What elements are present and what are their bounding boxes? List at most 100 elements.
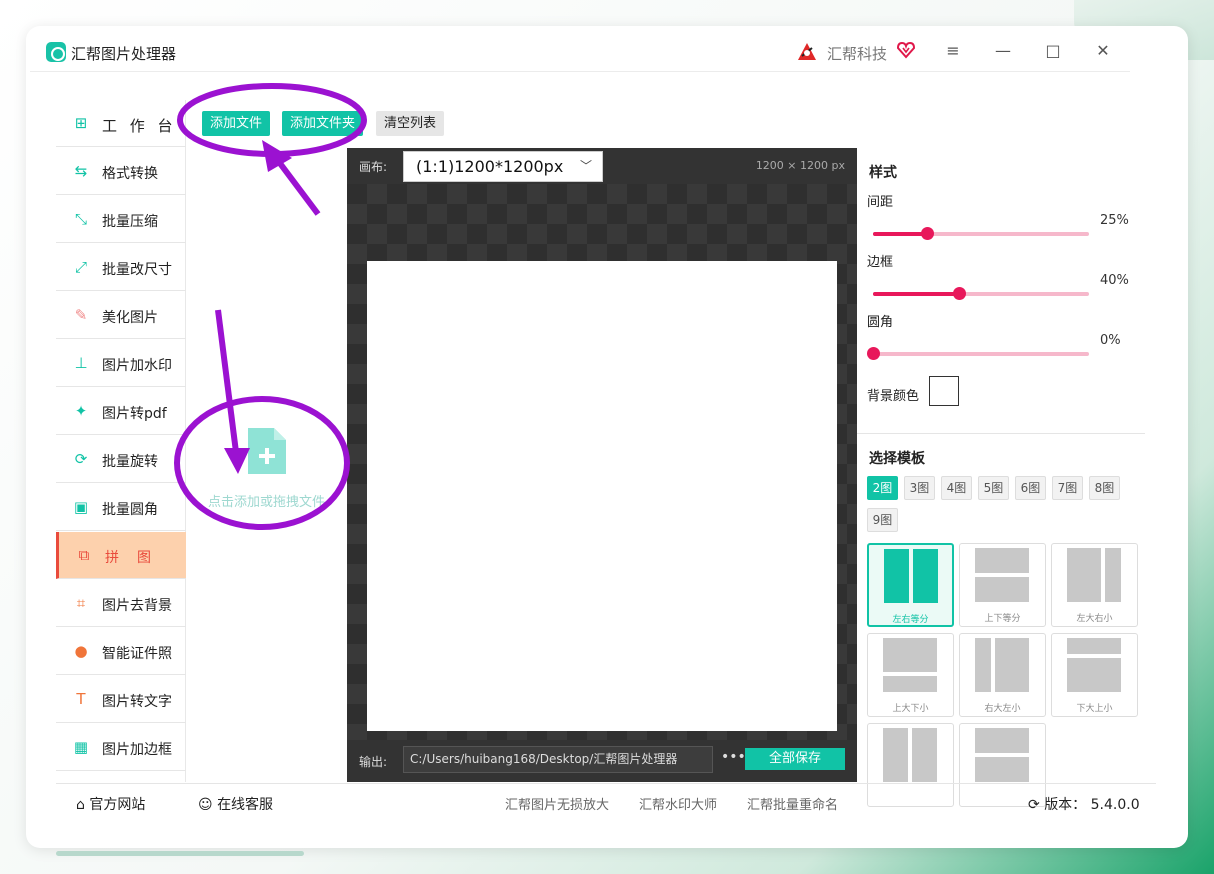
bg-color-swatch[interactable] <box>929 376 959 406</box>
template-count-button[interactable]: 2图 <box>867 476 898 500</box>
template-thumbnail <box>883 638 937 692</box>
vip-heart-icon[interactable] <box>896 40 916 60</box>
template-count-button[interactable]: 7图 <box>1052 476 1083 500</box>
sidebar-item[interactable]: T 图片转文字 <box>56 676 186 723</box>
footer-link-rename[interactable]: 汇帮批量重命名 <box>747 794 838 813</box>
divider <box>857 433 1145 434</box>
chevron-down-icon: ﹀ <box>579 159 592 173</box>
canvas-dimensions: 1200 × 1200 px <box>755 159 845 172</box>
template-count-button[interactable]: 5图 <box>978 476 1009 500</box>
add-file-icon[interactable] <box>248 428 286 474</box>
template-count-button[interactable]: 6图 <box>1015 476 1046 500</box>
corner-value: 0% <box>1100 333 1121 348</box>
sidebar: ⊞ 工 作 台 ⇆ 格式转换 ⤡ 批量压缩 ⤢ 批量改尺寸 ✎ 美化图片 ⊥ 图片加水印 ✦ 图片转pdf… <box>56 100 186 782</box>
rotate-icon: ⟳ <box>74 450 88 468</box>
template-card[interactable]: 左右等分 <box>867 543 954 627</box>
border-label: 边框 <box>867 255 894 270</box>
drop-hint[interactable]: 点击添加或拖拽文件 <box>208 491 325 510</box>
template-label: 上下等分 <box>984 614 1021 624</box>
menu-icon[interactable]: ≡ <box>935 36 971 66</box>
spacing-slider[interactable] <box>873 227 1089 240</box>
footer: ⌂ 官方网站 ☺ 在线客服 汇帮图片无损放大 汇帮水印大师 汇帮批量重命名 ⟳ … <box>56 783 1156 819</box>
sidebar-item[interactable]: ▦ 图片加边框 <box>56 724 186 771</box>
template-thumbnail <box>975 548 1029 602</box>
canvas-size-select[interactable]: (1:1)1200*1200px ﹀ <box>403 151 603 182</box>
sidebar-item-label: 批量圆角 <box>102 502 158 518</box>
service-label: 在线客服 <box>217 797 274 813</box>
sidebar-item-label: 图片加边框 <box>102 742 172 758</box>
sidebar-item-label: 图片去背景 <box>102 598 172 614</box>
sidebar-item-label: 批量压缩 <box>102 214 158 230</box>
close-icon[interactable]: ✕ <box>1085 36 1121 66</box>
title-bar: 汇帮图片处理器 汇帮科技 ≡ — □ ✕ <box>30 30 1130 72</box>
template-thumbnail <box>883 728 937 782</box>
template-card[interactable]: 下大上小 <box>1051 633 1138 717</box>
sidebar-item[interactable]: ⤡ 批量压缩 <box>56 196 186 243</box>
sidebar-item[interactable]: ✦ 图片转pdf <box>56 388 186 435</box>
refresh-icon[interactable]: ⟳ <box>1028 797 1040 813</box>
border-slider[interactable] <box>873 287 1089 300</box>
more-options-icon[interactable]: ••• <box>721 749 746 765</box>
text-icon: T <box>76 690 86 708</box>
headset-icon: ☺ <box>198 797 213 813</box>
output-path-field[interactable]: C:/Users/huibang168/Desktop/汇帮图片处理器 <box>403 746 713 773</box>
service-link[interactable]: ☺ 在线客服 <box>198 794 273 814</box>
template-label: 右大左小 <box>984 704 1021 714</box>
collage-canvas[interactable] <box>367 261 837 731</box>
corner-slider[interactable] <box>867 347 1089 360</box>
maximize-icon[interactable]: □ <box>1035 36 1071 66</box>
sidebar-item[interactable]: ⊥ 图片加水印 <box>56 340 186 387</box>
add-folder-button[interactable]: 添加文件夹 <box>282 111 364 136</box>
sidebar-item[interactable]: ▣ 批量圆角 <box>56 484 186 531</box>
sidebar-item[interactable]: ✎ 美化图片 <box>56 292 186 339</box>
template-card[interactable]: 上大下小 <box>867 633 954 717</box>
crop-icon: ⌗ <box>76 594 86 612</box>
website-label: 官方网站 <box>89 797 146 813</box>
add-file-button[interactable]: 添加文件 <box>202 111 271 136</box>
footer-link-watermark[interactable]: 汇帮水印大师 <box>639 794 717 813</box>
template-count-button[interactable]: 4图 <box>941 476 972 500</box>
style-title: 样式 <box>869 165 897 181</box>
collage-icon: ⧉ <box>78 546 90 564</box>
grid-icon: ⊞ <box>74 114 88 132</box>
template-count-button[interactable]: 8图 <box>1089 476 1120 500</box>
template-card[interactable]: 上下等分 <box>959 543 1046 627</box>
resize-icon: ⤢ <box>74 258 87 276</box>
version-label: 版本： <box>1044 797 1087 813</box>
sidebar-item[interactable]: ⧉ 拼 图 <box>56 532 186 579</box>
canvas-header: 画布: (1:1)1200*1200px ﹀ 1200 × 1200 px <box>347 148 857 184</box>
sidebar-item-label: 格式转换 <box>102 166 158 182</box>
spacing-value: 25% <box>1100 213 1129 228</box>
footer-link-upscale[interactable]: 汇帮图片无损放大 <box>505 794 609 813</box>
sidebar-item[interactable]: ⊞ 工 作 台 <box>56 100 186 147</box>
template-card[interactable]: 右大左小 <box>959 633 1046 717</box>
template-thumbnail <box>975 638 1029 692</box>
sidebar-item-label: 图片转文字 <box>102 694 172 710</box>
template-card[interactable]: 左大右小 <box>1051 543 1138 627</box>
sidebar-item[interactable]: ⇆ 格式转换 <box>56 148 186 195</box>
slider-knob[interactable] <box>953 287 967 300</box>
sidebar-item[interactable]: ⤢ 批量改尺寸 <box>56 244 186 291</box>
version-number: 5.4.0.0 <box>1090 797 1140 813</box>
clear-list-button[interactable]: 清空列表 <box>376 111 445 136</box>
settings-panel: 样式 间距 25% 边框 40% 圆角 0% 背景颜色 选择模板 2图 3图 4图 5… <box>857 148 1157 807</box>
home-icon: ⌂ <box>76 797 85 813</box>
sidebar-item-label: 美化图片 <box>102 310 158 326</box>
bg-color-label: 背景颜色 <box>867 389 920 404</box>
slider-knob[interactable] <box>867 347 880 360</box>
sidebar-item-label: 批量旋转 <box>102 454 158 470</box>
output-bar: 输出: C:/Users/huibang168/Desktop/汇帮图片处理器 … <box>347 740 857 782</box>
save-all-button[interactable]: 全部保存 <box>745 748 845 770</box>
slider-knob[interactable] <box>921 227 934 240</box>
minimize-icon[interactable]: — <box>985 36 1021 66</box>
sidebar-item[interactable]: ⟳ 批量旋转 <box>56 436 186 483</box>
website-link[interactable]: ⌂ 官方网站 <box>76 794 145 814</box>
template-count-button[interactable]: 9图 <box>867 508 898 532</box>
sidebar-item[interactable]: ⌗ 图片去背景 <box>56 580 186 627</box>
template-thumbnail <box>1067 638 1121 692</box>
sidebar-item[interactable]: ● 智能证件照 <box>56 628 186 675</box>
output-label: 输出: <box>359 755 388 769</box>
template-count-button[interactable]: 3图 <box>904 476 935 500</box>
template-thumbnail <box>975 728 1029 782</box>
template-title: 选择模板 <box>869 451 925 467</box>
